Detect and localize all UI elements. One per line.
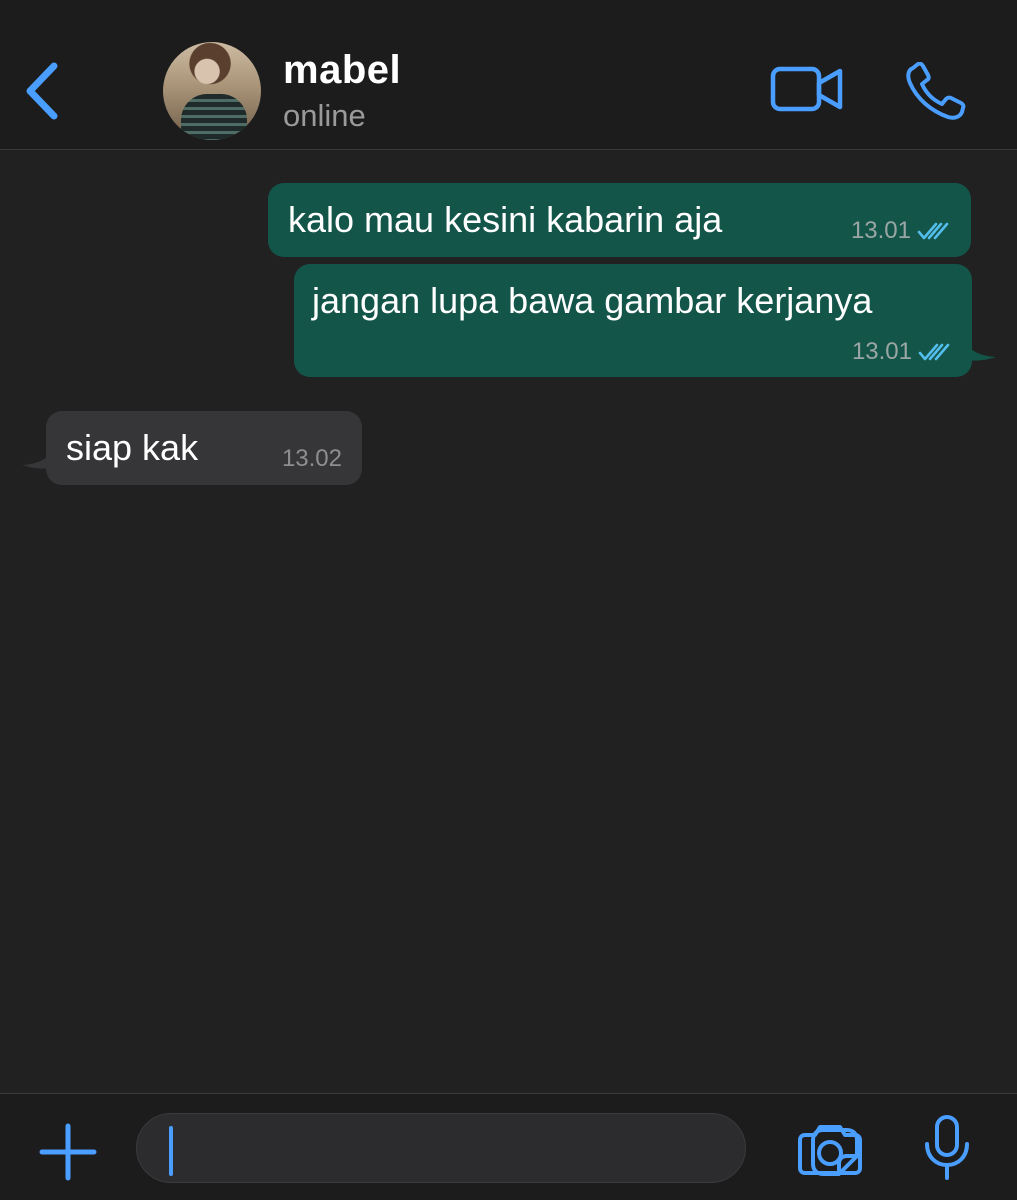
message-text: kalo mau kesini kabarin aja — [288, 199, 723, 240]
chevron-left-icon — [26, 62, 58, 120]
double-check-icon — [918, 343, 950, 361]
message-time: 13.01 — [850, 217, 911, 244]
attach-button[interactable] — [38, 1122, 98, 1182]
avatar[interactable] — [163, 42, 261, 140]
composer-bar — [0, 1093, 1017, 1200]
voice-call-button[interactable] — [904, 61, 968, 120]
contact-name[interactable]: mabel — [283, 48, 401, 93]
message-text: jangan lupa bawa gambar kerjanya — [312, 280, 873, 321]
text-cursor — [169, 1126, 173, 1176]
camera-icon — [798, 1125, 862, 1175]
bubble-tail — [962, 330, 996, 361]
back-button[interactable] — [18, 58, 68, 124]
message-time: 13.02 — [281, 445, 342, 472]
message-time: 13.01 — [851, 338, 912, 365]
microphone-button[interactable] — [922, 1114, 972, 1182]
message-input-field[interactable] — [136, 1113, 859, 1183]
plus-icon — [39, 1123, 97, 1181]
double-check-icon — [917, 222, 949, 240]
bubble-tail — [22, 438, 56, 469]
microphone-icon — [925, 1115, 969, 1180]
video-camera-icon — [770, 66, 843, 112]
avatar-photo — [181, 94, 247, 140]
message-text: siap kak — [66, 427, 199, 468]
message-bubble-outgoing[interactable]: kalo mau kesini kabarin aja 13.01 — [268, 183, 971, 257]
message-input[interactable] — [167, 1126, 671, 1172]
video-call-button[interactable] — [770, 64, 844, 114]
message-bubble-incoming[interactable]: siap kak 13.02 — [46, 411, 362, 485]
message-meta: 13.02 — [282, 445, 342, 473]
message-bubble-outgoing[interactable]: jangan lupa bawa gambar kerjanya 13.01 — [294, 264, 972, 377]
camera-button[interactable] — [797, 1122, 863, 1176]
phone-icon — [906, 61, 966, 120]
contact-status: online — [283, 98, 366, 133]
chat-screen: mabel online kalo mau kesini kabarin aja… — [0, 0, 1017, 1200]
message-meta: 13.01 — [851, 217, 949, 245]
chat-header: mabel online — [0, 0, 1017, 150]
message-meta: 13.01 — [852, 338, 950, 366]
